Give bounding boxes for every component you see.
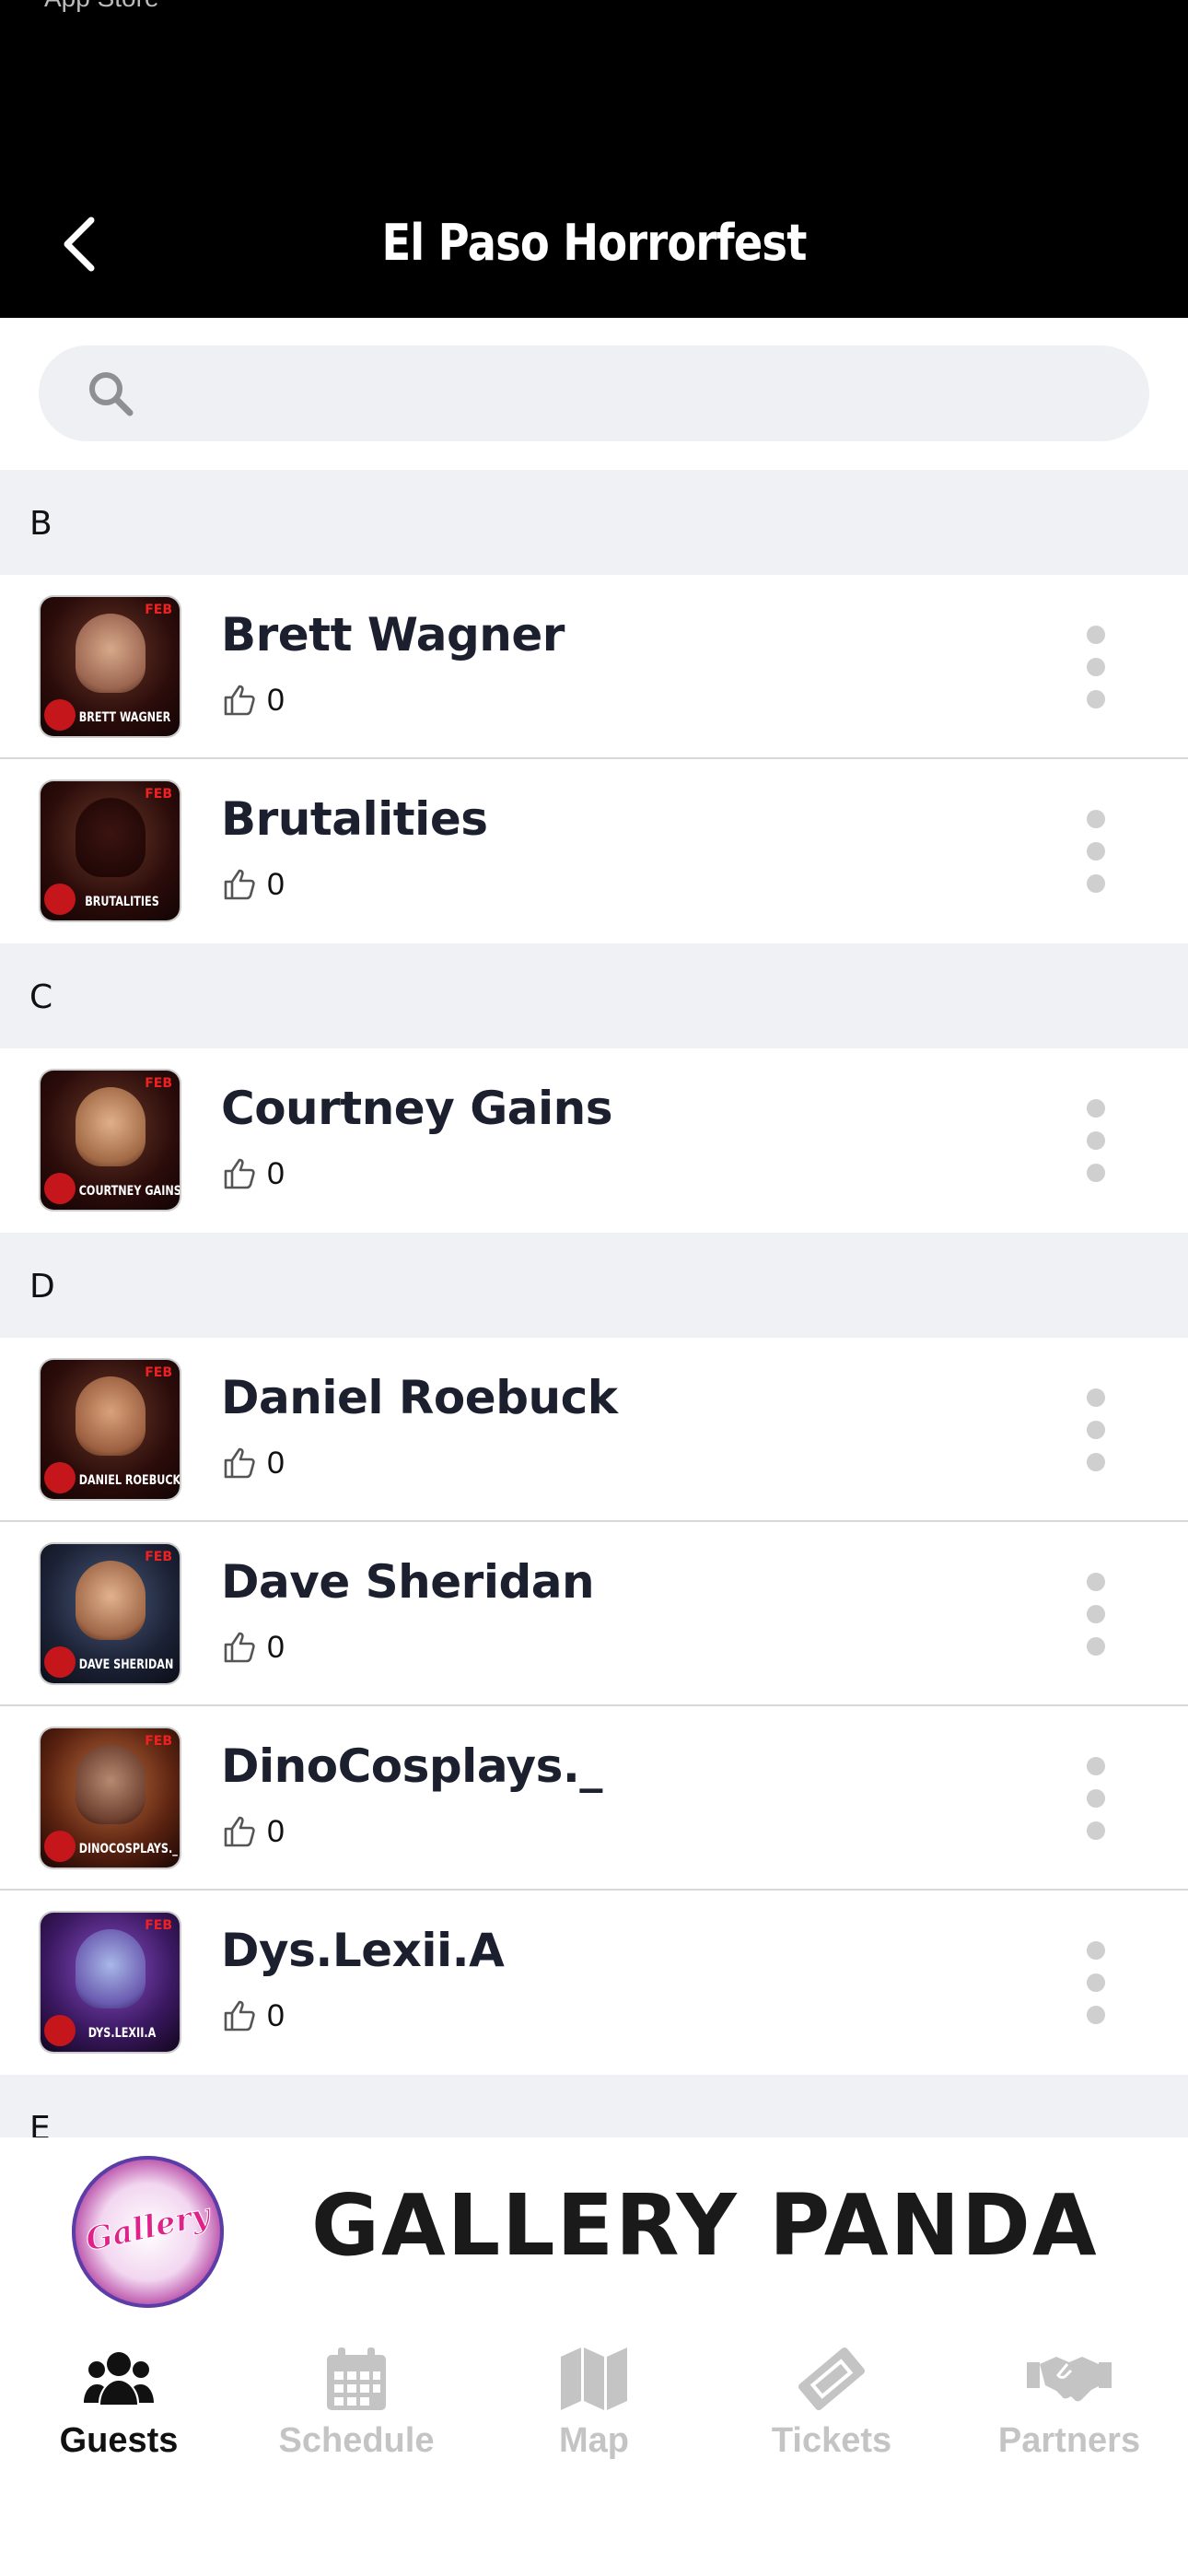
calendar-icon bbox=[325, 2340, 388, 2418]
tab-label: Guests bbox=[59, 2421, 179, 2460]
like-button[interactable]: 0 bbox=[221, 1813, 285, 1850]
more-vertical-icon bbox=[1087, 1941, 1105, 1960]
tab-tickets[interactable]: Tickets bbox=[713, 2340, 950, 2478]
thumbnail-caption: DANIEL ROEBUCK bbox=[78, 1473, 180, 1488]
banner-title: GALLERY PANDA bbox=[311, 2176, 1099, 2275]
tab-guests[interactable]: Guests bbox=[0, 2340, 238, 2478]
like-button[interactable]: 0 bbox=[221, 1155, 285, 1192]
guest-name: Brett Wagner bbox=[221, 608, 565, 662]
more-options-button[interactable] bbox=[1068, 1388, 1124, 1471]
like-count: 0 bbox=[267, 1813, 285, 1849]
guest-thumbnail: FEB DYS.LEXII.A bbox=[41, 1913, 180, 2052]
guest-row-dave-sheridan[interactable]: FEB DAVE SHERIDAN Dave Sheridan 0 bbox=[0, 1522, 1188, 1706]
more-options-button[interactable] bbox=[1068, 1941, 1124, 2024]
guest-row-brutalities[interactable]: FEB BRUTALITIES Brutalities 0 bbox=[0, 759, 1188, 943]
section-header-d: D bbox=[0, 1233, 1188, 1338]
tab-label: Tickets bbox=[771, 2421, 892, 2460]
like-count: 0 bbox=[267, 1445, 285, 1481]
tab-map[interactable]: Map bbox=[475, 2340, 713, 2478]
like-button[interactable]: 0 bbox=[221, 1445, 285, 1481]
guest-thumbnail: FEB DINOCOSPLAYS._ bbox=[41, 1728, 180, 1868]
thumbnail-caption: BRETT WAGNER bbox=[78, 710, 171, 725]
more-vertical-icon bbox=[1087, 1757, 1105, 1775]
guest-row-brett-wagner[interactable]: FEB BRETT WAGNER Brett Wagner 0 bbox=[0, 575, 1188, 759]
like-count: 0 bbox=[267, 1629, 285, 1665]
guest-row-dinocosplays[interactable]: FEB DINOCOSPLAYS._ DinoCosplays._ 0 bbox=[0, 1706, 1188, 1891]
guest-thumbnail: FEB COURTNEY GAINS bbox=[41, 1071, 180, 1210]
gallery-panda-logo: Gallery bbox=[72, 2156, 224, 2308]
more-options-button[interactable] bbox=[1068, 1099, 1124, 1182]
guest-thumbnail: FEB BRUTALITIES bbox=[41, 781, 180, 920]
thumbnail-caption: DAVE SHERIDAN bbox=[78, 1657, 174, 1672]
more-vertical-icon bbox=[1087, 626, 1105, 644]
more-options-button[interactable] bbox=[1068, 810, 1124, 893]
guest-name: Dave Sheridan bbox=[221, 1555, 595, 1609]
more-vertical-icon bbox=[1087, 1573, 1105, 1591]
like-count: 0 bbox=[267, 866, 285, 902]
like-button[interactable]: 0 bbox=[221, 866, 285, 903]
thumbs-up-icon bbox=[221, 1813, 258, 1850]
guest-name: Courtney Gains bbox=[221, 1082, 612, 1135]
thumbnail-caption: DYS.LEXII.A bbox=[87, 2026, 157, 2041]
more-options-button[interactable] bbox=[1068, 1573, 1124, 1656]
thumbs-up-icon bbox=[221, 1997, 258, 2034]
guest-name: Daniel Roebuck bbox=[221, 1371, 618, 1424]
status-back-label[interactable]: App Store bbox=[44, 0, 159, 13]
like-button[interactable]: 0 bbox=[221, 1997, 285, 2034]
map-icon bbox=[559, 2340, 629, 2418]
thumbs-up-icon bbox=[221, 866, 258, 903]
guest-thumbnail: FEB BRETT WAGNER bbox=[41, 597, 180, 736]
guest-name: Dys.Lexii.A bbox=[221, 1924, 505, 1977]
page-title: El Paso Horrorfest bbox=[381, 214, 807, 272]
like-button[interactable]: 0 bbox=[221, 682, 285, 719]
more-options-button[interactable] bbox=[1068, 626, 1124, 708]
tab-partners[interactable]: Partners bbox=[950, 2340, 1188, 2478]
tab-label: Partners bbox=[997, 2421, 1141, 2460]
guest-name: Brutalities bbox=[221, 792, 488, 846]
guest-thumbnail: FEB DANIEL ROEBUCK bbox=[41, 1360, 180, 1499]
more-vertical-icon bbox=[1087, 1388, 1105, 1407]
search-area bbox=[0, 318, 1188, 470]
like-count: 0 bbox=[267, 1155, 285, 1191]
like-count: 0 bbox=[267, 1997, 285, 2033]
users-icon bbox=[82, 2340, 156, 2418]
thumbnail-caption: COURTNEY GAINS bbox=[78, 1184, 180, 1199]
thumbs-up-icon bbox=[221, 1155, 258, 1192]
ticket-icon bbox=[795, 2340, 868, 2418]
section-header-b: B bbox=[0, 470, 1188, 575]
like-count: 0 bbox=[267, 682, 285, 718]
status-bar: App Store bbox=[0, 0, 1188, 184]
sponsor-banner[interactable]: Gallery GALLERY PANDA bbox=[0, 2137, 1188, 2322]
section-header-c: C bbox=[0, 943, 1188, 1048]
section-letter: E bbox=[29, 2110, 51, 2137]
guest-thumbnail: FEB DAVE SHERIDAN bbox=[41, 1544, 180, 1683]
guest-name: DinoCosplays._ bbox=[221, 1739, 602, 1793]
thumbnail-caption: DINOCOSPLAYS._ bbox=[78, 1842, 178, 1856]
thumbnail-caption: BRUTALITIES bbox=[85, 895, 159, 909]
section-letter: C bbox=[29, 978, 53, 1016]
thumbs-up-icon bbox=[221, 1445, 258, 1481]
guest-row-courtney-gains[interactable]: FEB COURTNEY GAINS Courtney Gains 0 bbox=[0, 1048, 1188, 1233]
guest-list[interactable]: B FEB BRETT WAGNER Brett Wagner 0 FEB BR… bbox=[0, 470, 1188, 2137]
guest-row-daniel-roebuck[interactable]: FEB DANIEL ROEBUCK Daniel Roebuck 0 bbox=[0, 1338, 1188, 1522]
more-vertical-icon bbox=[1087, 1099, 1105, 1118]
search-icon bbox=[83, 366, 138, 421]
tab-label: Map bbox=[559, 2421, 629, 2460]
thumbs-up-icon bbox=[221, 1629, 258, 1666]
guest-row-dys-lexii-a[interactable]: FEB DYS.LEXII.A Dys.Lexii.A 0 bbox=[0, 1891, 1188, 2075]
tab-bar: Guests Schedule Map Tickets Partners bbox=[0, 2322, 1188, 2576]
search-input[interactable] bbox=[155, 373, 1079, 414]
tab-schedule[interactable]: Schedule bbox=[238, 2340, 475, 2478]
tab-label: Schedule bbox=[278, 2421, 435, 2460]
more-options-button[interactable] bbox=[1068, 1757, 1124, 1840]
thumbs-up-icon bbox=[221, 682, 258, 719]
section-header-e: E bbox=[0, 2075, 1188, 2137]
section-letter: D bbox=[29, 1268, 55, 1306]
handshake-icon bbox=[1025, 2340, 1113, 2418]
navigation-bar: El Paso Horrorfest bbox=[0, 184, 1188, 318]
more-vertical-icon bbox=[1087, 810, 1105, 828]
like-button[interactable]: 0 bbox=[221, 1629, 285, 1666]
search-bar[interactable] bbox=[39, 345, 1149, 441]
section-letter: B bbox=[29, 505, 52, 543]
